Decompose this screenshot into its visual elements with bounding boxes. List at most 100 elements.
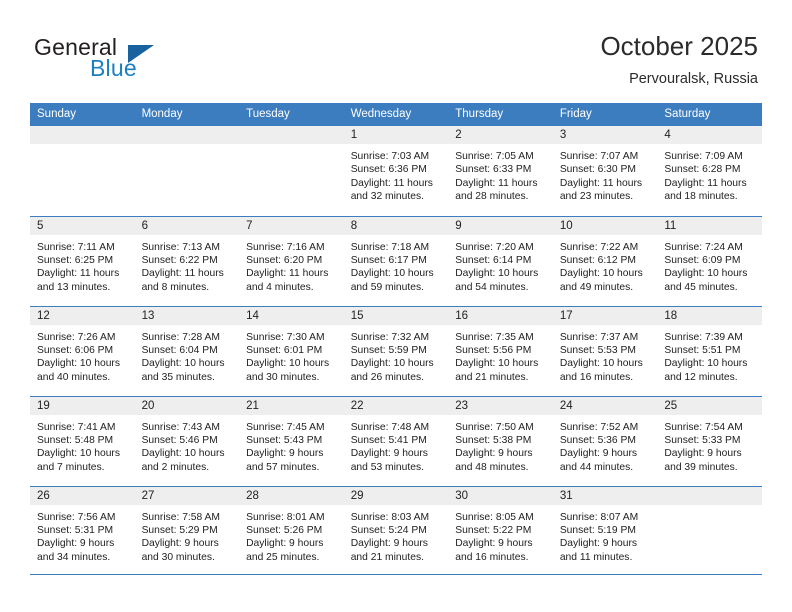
sunrise-text: Sunrise: 7:50 AM xyxy=(455,421,534,433)
day-number: 19 xyxy=(30,396,135,415)
general-blue-logo[interactable]: General Blue xyxy=(34,34,204,84)
calendar-day-cell[interactable]: 25 Sunrise: 7:54 AM Sunset: 5:33 PM Dayligh… xyxy=(657,396,762,487)
calendar-day-cell[interactable]: 13 Sunrise: 7:28 AM Sunset: 6:04 PM Dayligh… xyxy=(134,306,240,397)
sunrise-text: Sunrise: 7:56 AM xyxy=(37,511,116,523)
calendar-day-cell[interactable]: 11 Sunrise: 7:24 AM Sunset: 6:09 PM Dayligh… xyxy=(657,216,762,307)
day-cell-inner: 22 Sunrise: 7:48 AM Sunset: 5:41 PM Dayligh… xyxy=(343,396,449,486)
sunset-text: Sunset: 5:59 PM xyxy=(350,344,427,356)
calendar-day-cell[interactable]: 26 Sunrise: 7:56 AM Sunset: 5:31 PM Dayligh… xyxy=(30,486,135,575)
calendar-day-cell[interactable]: 9 Sunrise: 7:20 AM Sunset: 6:14 PM Daylight… xyxy=(448,216,553,307)
day-cell-inner: 7 Sunrise: 7:16 AM Sunset: 6:20 PM Daylight… xyxy=(239,216,344,306)
day-number: 18 xyxy=(657,306,762,325)
day-number: 4 xyxy=(657,126,762,144)
daylight-text-line2: and 44 minutes. xyxy=(559,461,634,473)
calendar-day-cell[interactable]: 20 Sunrise: 7:43 AM Sunset: 5:46 PM Dayligh… xyxy=(134,396,240,487)
day-cell-inner: 16 Sunrise: 7:35 AM Sunset: 5:56 PM Dayligh… xyxy=(448,306,553,396)
sunset-text: Sunset: 5:41 PM xyxy=(350,434,427,446)
day-details: Sunrise: 8:01 AM Sunset: 5:26 PM Daylight:… xyxy=(239,505,344,565)
calendar-day-cell[interactable]: 30 Sunrise: 8:05 AM Sunset: 5:22 PM Dayligh… xyxy=(448,486,553,575)
calendar-day-cell[interactable]: 5 Sunrise: 7:11 AM Sunset: 6:25 PM Daylight… xyxy=(30,216,135,307)
daylight-text-line2: and 11 minutes. xyxy=(559,551,633,563)
sunrise-text: Sunrise: 7:03 AM xyxy=(350,151,430,162)
calendar-day-cell[interactable]: 7 Sunrise: 7:16 AM Sunset: 6:20 PM Daylight… xyxy=(239,216,344,307)
daylight-text-line2: and 28 minutes. xyxy=(455,191,529,203)
daylight-text-line1: Daylight: 11 hours xyxy=(559,177,643,189)
day-number: 28 xyxy=(239,486,344,505)
daylight-text-line2: and 26 minutes. xyxy=(350,371,424,383)
sunrise-text: Sunrise: 7:58 AM xyxy=(141,511,220,523)
calendar-day-cell[interactable]: 19 Sunrise: 7:41 AM Sunset: 5:48 PM Dayligh… xyxy=(30,396,135,487)
sunrise-text: Sunrise: 7:41 AM xyxy=(37,421,116,433)
calendar-day-cell[interactable]: 8 Sunrise: 7:18 AM Sunset: 6:17 PM Daylight… xyxy=(343,216,449,307)
sunset-text: Sunset: 5:36 PM xyxy=(559,434,636,446)
calendar-day-cell[interactable]: 6 Sunrise: 7:13 AM Sunset: 6:22 PM Daylight… xyxy=(134,216,240,307)
calendar-day-cell[interactable]: 29 Sunrise: 8:03 AM Sunset: 5:24 PM Dayligh… xyxy=(343,486,449,575)
day-cell-inner: 24 Sunrise: 7:52 AM Sunset: 5:36 PM Dayligh… xyxy=(552,396,658,486)
day-number xyxy=(657,486,762,505)
daylight-text-line1: Daylight: 10 hours xyxy=(455,358,539,370)
day-details: Sunrise: 7:58 AM Sunset: 5:29 PM Daylight:… xyxy=(135,505,240,565)
day-number: 9 xyxy=(448,216,553,235)
calendar-day-cell[interactable]: 12 Sunrise: 7:26 AM Sunset: 6:06 PM Dayligh… xyxy=(30,306,135,397)
calendar-week-row: 19 Sunrise: 7:41 AM Sunset: 5:48 PM Dayligh… xyxy=(30,396,762,487)
day-cell-inner: 25 Sunrise: 7:54 AM Sunset: 5:33 PM Dayligh… xyxy=(657,396,762,486)
calendar-day-cell[interactable]: 1 Sunrise: 7:03 AM Sunset: 6:36 PM Daylight… xyxy=(343,126,449,217)
sunrise-text: Sunrise: 7:43 AM xyxy=(141,421,220,433)
calendar-day-cell[interactable]: 27 Sunrise: 7:58 AM Sunset: 5:29 PM Dayligh… xyxy=(134,486,240,575)
calendar-day-cell[interactable]: 14 Sunrise: 7:30 AM Sunset: 6:01 PM Dayligh… xyxy=(239,306,344,397)
day-details: Sunrise: 7:52 AM Sunset: 5:36 PM Daylight:… xyxy=(553,415,658,475)
day-number: 1 xyxy=(343,126,449,144)
calendar-day-cell[interactable]: 15 Sunrise: 7:32 AM Sunset: 5:59 PM Dayligh… xyxy=(343,306,449,397)
calendar-day-cell[interactable]: 31 Sunrise: 8:07 AM Sunset: 5:19 PM Dayligh… xyxy=(552,486,658,575)
day-cell-inner xyxy=(30,126,135,216)
sunset-text: Sunset: 5:46 PM xyxy=(141,434,218,446)
calendar-day-cell[interactable]: 22 Sunrise: 7:48 AM Sunset: 5:41 PM Dayligh… xyxy=(343,396,449,487)
daylight-text-line2: and 13 minutes. xyxy=(37,281,111,293)
daylight-text-line1: Daylight: 10 hours xyxy=(246,358,330,370)
daylight-text-line1: Daylight: 11 hours xyxy=(141,268,224,280)
calendar-day-cell[interactable]: 4 Sunrise: 7:09 AM Sunset: 6:28 PM Daylight… xyxy=(657,126,762,217)
day-cell-inner: 9 Sunrise: 7:20 AM Sunset: 6:14 PM Daylight… xyxy=(448,216,553,306)
day-cell-inner: 11 Sunrise: 7:24 AM Sunset: 6:09 PM Dayligh… xyxy=(657,216,762,306)
sunset-text: Sunset: 5:38 PM xyxy=(455,434,532,446)
calendar-body: 1 Sunrise: 7:03 AM Sunset: 6:36 PM Daylight… xyxy=(30,126,762,575)
calendar-day-cell[interactable]: 18 Sunrise: 7:39 AM Sunset: 5:51 PM Dayligh… xyxy=(657,306,762,397)
day-number: 16 xyxy=(448,306,553,325)
calendar-day-cell[interactable]: 28 Sunrise: 8:01 AM Sunset: 5:26 PM Dayligh… xyxy=(239,486,344,575)
daylight-text-line2: and 16 minutes. xyxy=(559,371,634,383)
location-subtitle: Pervouralsk, Russia xyxy=(629,71,758,87)
day-number: 20 xyxy=(134,396,240,415)
day-cell-inner: 31 Sunrise: 8:07 AM Sunset: 5:19 PM Dayligh… xyxy=(552,486,658,574)
day-details: Sunrise: 7:56 AM Sunset: 5:31 PM Daylight:… xyxy=(30,505,135,565)
day-number xyxy=(239,126,344,144)
day-details: Sunrise: 7:37 AM Sunset: 5:53 PM Daylight:… xyxy=(553,325,658,385)
sunrise-text: Sunrise: 7:22 AM xyxy=(559,241,639,253)
daylight-text-line1: Daylight: 10 hours xyxy=(664,268,748,280)
daylight-text-line1: Daylight: 9 hours xyxy=(455,538,533,550)
calendar-day-cell[interactable]: 3 Sunrise: 7:07 AM Sunset: 6:30 PM Daylight… xyxy=(552,126,658,217)
sunset-text: Sunset: 5:51 PM xyxy=(664,344,741,356)
daylight-text-line2: and 2 minutes. xyxy=(141,461,210,473)
calendar-day-cell[interactable]: 10 Sunrise: 7:22 AM Sunset: 6:12 PM Dayligh… xyxy=(552,216,658,307)
calendar-day-cell[interactable]: 16 Sunrise: 7:35 AM Sunset: 5:56 PM Dayligh… xyxy=(448,306,553,397)
day-number: 24 xyxy=(552,396,658,415)
daylight-text-line1: Daylight: 11 hours xyxy=(455,177,538,189)
day-cell-inner: 26 Sunrise: 7:56 AM Sunset: 5:31 PM Dayligh… xyxy=(30,486,135,574)
day-details: Sunrise: 7:11 AM Sunset: 6:25 PM Daylight:… xyxy=(30,235,135,295)
daylight-text-line2: and 35 minutes. xyxy=(141,371,215,383)
day-cell-inner: 23 Sunrise: 7:50 AM Sunset: 5:38 PM Dayligh… xyxy=(448,396,553,486)
calendar-day-cell[interactable]: 21 Sunrise: 7:45 AM Sunset: 5:43 PM Dayligh… xyxy=(239,396,344,487)
day-number: 27 xyxy=(134,486,240,505)
sunrise-text: Sunrise: 8:03 AM xyxy=(350,511,430,523)
daylight-text-line1: Daylight: 9 hours xyxy=(455,448,533,460)
daylight-text-line2: and 48 minutes. xyxy=(455,461,529,473)
day-details: Sunrise: 7:39 AM Sunset: 5:51 PM Daylight:… xyxy=(657,325,762,385)
day-number xyxy=(30,126,135,144)
calendar-day-cell[interactable]: 23 Sunrise: 7:50 AM Sunset: 5:38 PM Dayligh… xyxy=(448,396,553,487)
calendar-day-cell[interactable]: 2 Sunrise: 7:05 AM Sunset: 6:33 PM Daylight… xyxy=(448,126,553,217)
calendar-day-cell[interactable]: 24 Sunrise: 7:52 AM Sunset: 5:36 PM Dayligh… xyxy=(552,396,658,487)
sunset-text: Sunset: 6:06 PM xyxy=(37,344,114,356)
calendar-day-cell[interactable]: 17 Sunrise: 7:37 AM Sunset: 5:53 PM Dayligh… xyxy=(552,306,658,397)
day-number: 21 xyxy=(239,396,344,415)
daylight-text-line2: and 54 minutes. xyxy=(455,281,529,293)
